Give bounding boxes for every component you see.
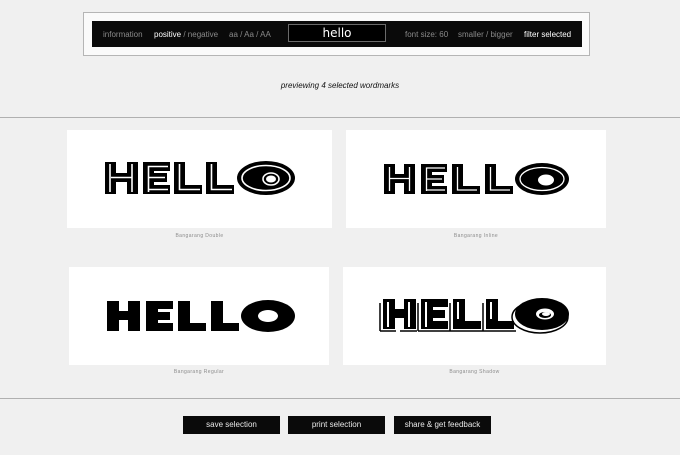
- wordmark-caption-double: Bangarang Double: [175, 233, 224, 239]
- smaller-button[interactable]: smaller: [458, 30, 484, 39]
- preview-text-input[interactable]: [288, 24, 386, 42]
- information-link[interactable]: information: [103, 30, 143, 39]
- wordmark-card-regular[interactable]: [69, 267, 329, 365]
- wordmark-caption-inline: Bangarang Inline: [453, 233, 499, 239]
- wordmark-double-image: [105, 161, 295, 195]
- polarity-separator: /: [181, 29, 188, 39]
- uppercase-option[interactable]: AA: [260, 30, 271, 39]
- print-selection-button[interactable]: print selection: [288, 416, 385, 434]
- wordmark-caption-regular: Bangarang Regular: [173, 369, 225, 375]
- toolbar-frame: information positive / negative aa / Aa …: [83, 12, 590, 56]
- size-scale-control: smaller / bigger: [458, 30, 513, 39]
- font-size-label: font size: 60: [405, 29, 449, 39]
- case-toggle: aa / Aa / AA: [229, 30, 271, 39]
- wordmark-card-double[interactable]: [67, 130, 332, 228]
- filter-selected-button[interactable]: filter selected: [524, 30, 571, 39]
- bottom-divider: [0, 398, 680, 399]
- bigger-button[interactable]: bigger: [490, 30, 512, 39]
- lowercase-option[interactable]: aa: [229, 30, 238, 39]
- preview-subtitle: previewing 4 selected wordmarks: [280, 81, 400, 90]
- save-selection-button[interactable]: save selection: [183, 416, 280, 434]
- wordmark-shadow-image: [379, 298, 569, 334]
- wordmark-card-inline[interactable]: [346, 130, 606, 228]
- wordmark-caption-shadow: Bangarang Shadow: [449, 369, 500, 375]
- wordmark-card-shadow[interactable]: [343, 267, 606, 365]
- polarity-toggle: positive / negative: [154, 30, 218, 39]
- titlecase-option[interactable]: Aa: [244, 30, 254, 39]
- wordmark-regular-image: [107, 300, 295, 332]
- negative-option[interactable]: negative: [188, 30, 218, 39]
- wordmark-inline-image: [384, 163, 569, 195]
- positive-option[interactable]: positive: [154, 30, 181, 39]
- top-divider: [0, 117, 680, 118]
- toolbar: information positive / negative aa / Aa …: [92, 21, 582, 47]
- share-feedback-button[interactable]: share & get feedback: [394, 416, 491, 434]
